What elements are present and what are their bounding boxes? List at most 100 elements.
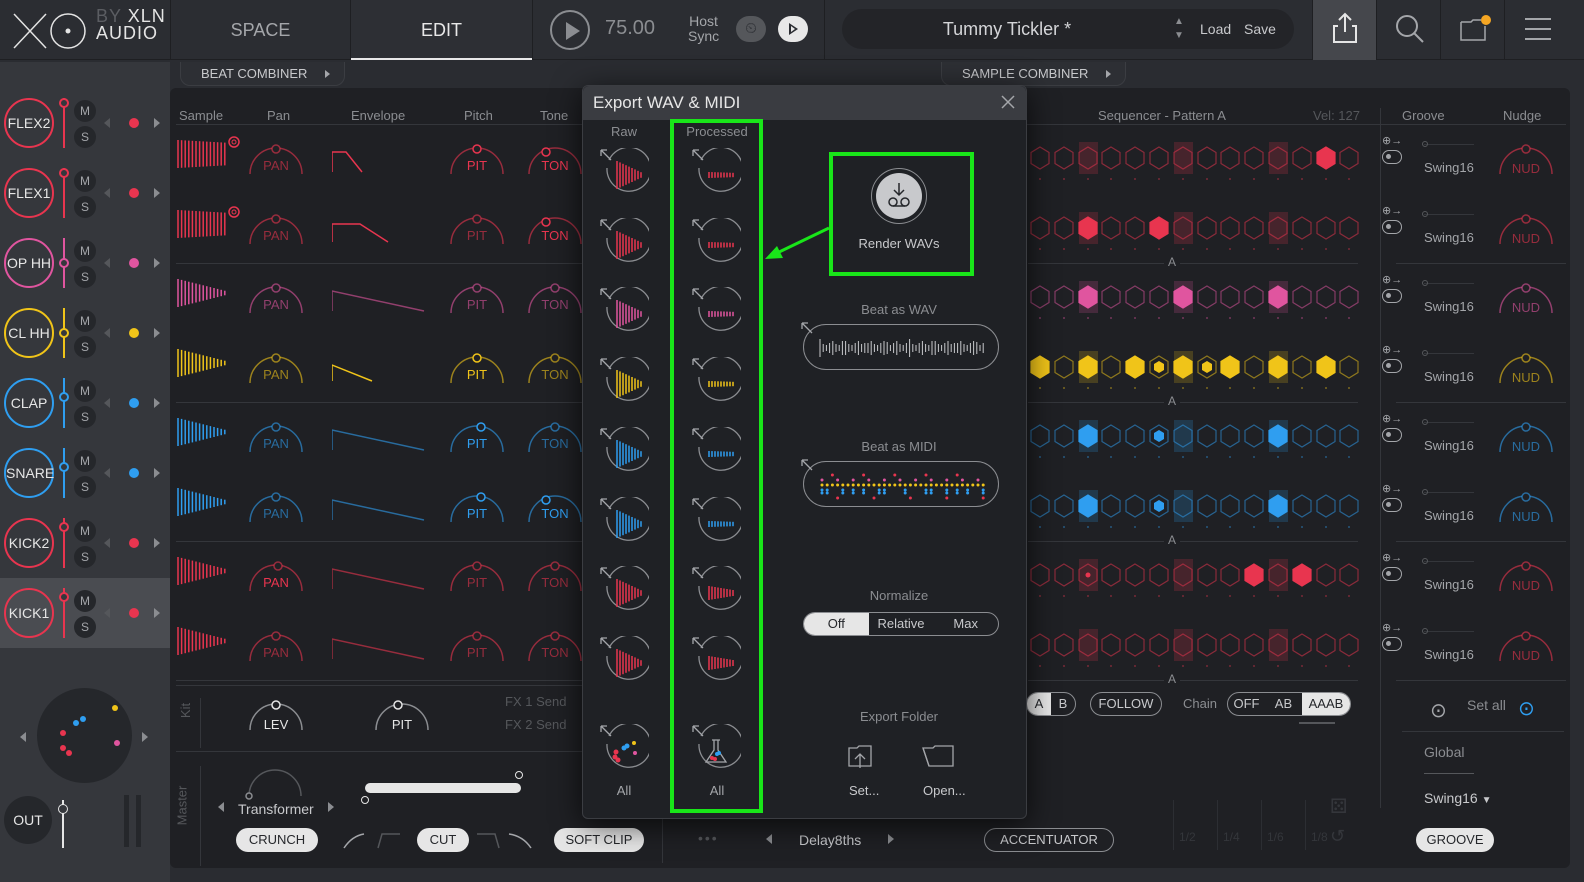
- envelope-display[interactable]: [332, 355, 428, 385]
- sequencer-step[interactable]: [1053, 146, 1075, 170]
- sequencer-step[interactable]: [1172, 146, 1194, 170]
- raw-export-track[interactable]: [599, 357, 649, 407]
- sequencer-step[interactable]: [1077, 563, 1099, 587]
- next-sample-button[interactable]: [154, 608, 160, 618]
- groove-toggle[interactable]: [1382, 219, 1402, 234]
- sample-waveform[interactable]: [176, 136, 244, 176]
- transformer-knob[interactable]: [245, 760, 305, 800]
- pad-button[interactable]: SNARE: [4, 448, 54, 498]
- envelope-display[interactable]: [332, 216, 428, 246]
- groove-add-icon[interactable]: ⊕→: [1382, 482, 1402, 495]
- sequencer-step[interactable]: [1243, 563, 1265, 587]
- set-folder-icon[interactable]: [847, 742, 875, 770]
- slider-handle-high[interactable]: [515, 771, 523, 779]
- sequencer-step[interactable]: [1219, 632, 1241, 657]
- sequencer-step[interactable]: [1172, 424, 1194, 448]
- sequencer-step[interactable]: [1315, 285, 1337, 309]
- xy-next-button[interactable]: [142, 732, 148, 742]
- swing-amount-slider[interactable]: [1424, 561, 1474, 562]
- accentuator-button[interactable]: ACCENTUATOR: [984, 828, 1114, 852]
- sequencer-step[interactable]: [1148, 424, 1170, 448]
- soft-clip-button[interactable]: SOFT CLIP: [554, 828, 644, 852]
- envelope-display[interactable]: [332, 146, 428, 176]
- sequencer-step[interactable]: [1077, 146, 1099, 170]
- sequencer-step[interactable]: [1315, 493, 1337, 518]
- sequencer-step[interactable]: [1291, 215, 1313, 240]
- sequencer-step[interactable]: [1315, 424, 1337, 448]
- groove-toggle-off-icon[interactable]: ⊙: [1430, 698, 1447, 723]
- next-sample-button[interactable]: [154, 398, 160, 408]
- sequencer-step[interactable]: [1219, 424, 1241, 448]
- sequencer-step[interactable]: [1196, 632, 1218, 657]
- swing-amount-handle[interactable]: [1422, 627, 1428, 634]
- sequencer-step[interactable]: [1315, 632, 1337, 657]
- sequencer-step[interactable]: [1267, 424, 1289, 448]
- sample-waveform[interactable]: [176, 623, 244, 663]
- prev-sample-button[interactable]: [104, 118, 110, 128]
- reset-icon[interactable]: ↺: [1330, 826, 1345, 847]
- swing-amount-handle[interactable]: [1422, 349, 1428, 356]
- groove-toggle[interactable]: [1382, 636, 1402, 651]
- swing-label[interactable]: Swing16: [1424, 647, 1474, 662]
- arrow-up-icon[interactable]: ▲: [1174, 16, 1184, 27]
- mute-button[interactable]: M: [74, 170, 96, 192]
- global-swing-slider[interactable]: [1424, 773, 1474, 774]
- beat-as-midi-button[interactable]: [803, 461, 999, 507]
- groove-add-icon[interactable]: ⊕→: [1382, 621, 1402, 634]
- pattern-b-button[interactable]: B: [1051, 693, 1075, 715]
- effect-next-button[interactable]: [328, 802, 334, 812]
- sequencer-step[interactable]: [1029, 424, 1051, 448]
- groove-toggle[interactable]: [1382, 150, 1402, 164]
- accent-slider[interactable]: [1217, 800, 1218, 850]
- sequencer-step[interactable]: [1338, 354, 1360, 379]
- open-folder-icon[interactable]: [921, 744, 957, 770]
- sequencer-step[interactable]: [1124, 285, 1146, 309]
- set-all-label[interactable]: Set all: [1467, 697, 1506, 713]
- sequencer-step[interactable]: [1172, 285, 1194, 309]
- sequencer-step[interactable]: [1338, 563, 1360, 587]
- sequencer-step[interactable]: [1196, 285, 1218, 309]
- pad-button[interactable]: CLAP: [4, 378, 54, 428]
- next-sample-button[interactable]: [154, 538, 160, 548]
- play-button[interactable]: [550, 10, 590, 50]
- swing-amount-handle[interactable]: [1422, 488, 1428, 495]
- effect-prev-button[interactable]: [218, 802, 224, 812]
- more-icon[interactable]: •••: [698, 830, 719, 846]
- swing-amount-handle[interactable]: [1422, 558, 1428, 564]
- groove-toggle[interactable]: [1382, 289, 1402, 303]
- swing-amount-slider[interactable]: [1424, 213, 1474, 215]
- sequencer-step[interactable]: [1315, 146, 1337, 170]
- sequencer-step[interactable]: [1124, 632, 1146, 657]
- follow-button[interactable]: FOLLOW: [1090, 692, 1162, 716]
- pad-button[interactable]: KICK1: [4, 588, 54, 638]
- sequencer-step[interactable]: [1338, 215, 1360, 240]
- swing-amount-handle[interactable]: [1422, 280, 1428, 286]
- groove-add-icon[interactable]: ⊕→: [1382, 412, 1402, 425]
- sequencer-step[interactable]: [1196, 493, 1218, 518]
- sequencer-step[interactable]: [1315, 563, 1337, 587]
- slider-handle-low[interactable]: [361, 796, 369, 804]
- solo-button[interactable]: S: [74, 616, 96, 638]
- sequencer-step[interactable]: [1196, 146, 1218, 170]
- groove-button[interactable]: GROOVE: [1416, 828, 1494, 852]
- sequencer-step[interactable]: [1315, 354, 1337, 379]
- pad-button[interactable]: FLEX2: [4, 98, 54, 148]
- next-sample-button[interactable]: [154, 188, 160, 198]
- solo-button[interactable]: S: [74, 266, 96, 288]
- envelope-display[interactable]: [332, 563, 428, 593]
- track-pad-op-hh[interactable]: OP HH M S: [0, 228, 170, 298]
- track-pad-cl-hh[interactable]: CL HH M S: [0, 298, 170, 368]
- raw-export-track[interactable]: [599, 635, 649, 686]
- track-volume-handle[interactable]: [59, 168, 69, 178]
- sequencer-step[interactable]: [1172, 493, 1194, 518]
- sequencer-step[interactable]: [1100, 632, 1122, 657]
- sequencer-step[interactable]: [1243, 285, 1265, 309]
- swing-label[interactable]: Swing16: [1424, 160, 1474, 175]
- swing-label[interactable]: Swing16: [1424, 230, 1474, 245]
- raw-export-all[interactable]: [599, 724, 649, 774]
- accent-slider[interactable]: [1305, 800, 1306, 850]
- sequencer-step[interactable]: [1267, 146, 1289, 170]
- swing-amount-slider[interactable]: [1424, 144, 1474, 145]
- envelope-display[interactable]: [332, 633, 428, 663]
- pad-button[interactable]: OP HH: [4, 238, 54, 288]
